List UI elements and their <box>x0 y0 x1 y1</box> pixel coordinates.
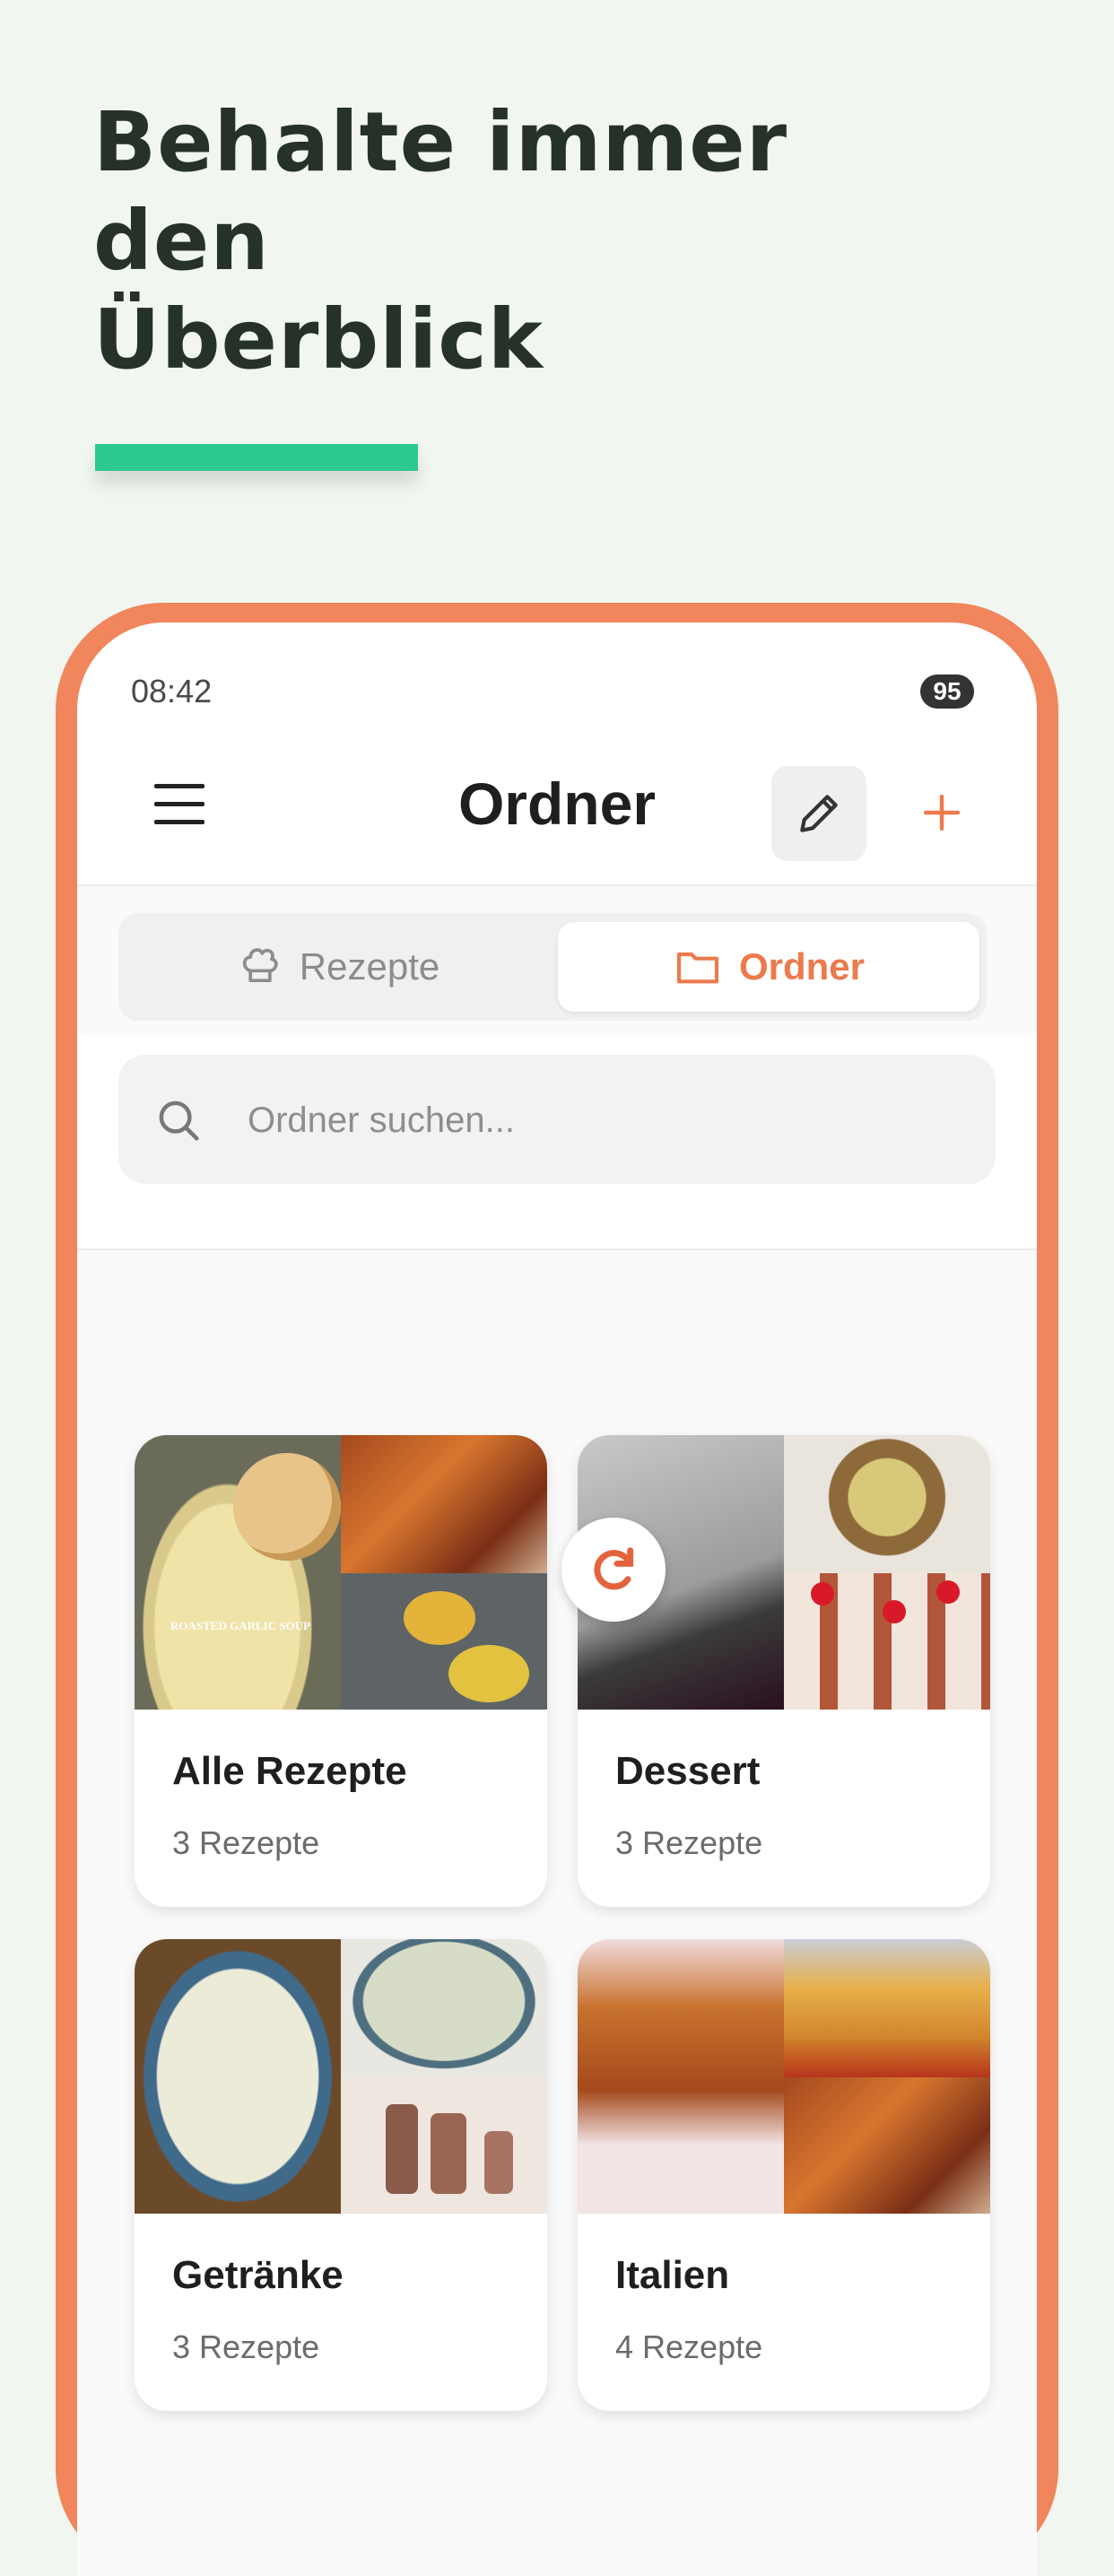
recipe-photo-gratin <box>784 1939 990 2077</box>
pencil-icon <box>800 795 838 832</box>
collage-overlay-text: ROASTED GARLIC SOUP <box>170 1619 311 1632</box>
headline-line-2: Überblick <box>93 292 544 387</box>
search-input[interactable] <box>246 1082 931 1159</box>
tab-ordner[interactable]: Ordner <box>558 922 979 1012</box>
segmented-control: Rezepte Ordner <box>118 913 987 1021</box>
folder-count: 3 Rezepte <box>172 2328 320 2365</box>
recipe-photo-pastry <box>784 1435 990 1573</box>
search-icon <box>159 1101 199 1141</box>
folder-icon <box>676 952 719 984</box>
recipe-photo-soup: ROASTED GARLIC SOUP <box>135 1435 341 1710</box>
page-title: Ordner <box>457 770 657 837</box>
app-bar: Ordner <box>77 730 1037 886</box>
folder-card-italien[interactable]: Italien 4 Rezepte <box>578 1939 990 2411</box>
phone-screen: 08:42 95 Ordner Rezepte Ordner Ordner su… <box>77 622 1037 2576</box>
tab-ordner-label: Ordner <box>738 945 866 988</box>
search-section <box>77 1033 1037 1250</box>
tabs-section: Rezepte Ordner <box>77 886 1037 1033</box>
folder-count: 3 Rezepte <box>172 1824 320 1861</box>
folder-card-alle-rezepte[interactable]: ROASTED GARLIC SOUP Alle Rezepte 3 Rezep… <box>135 1435 547 1907</box>
recipe-photo-bowls <box>341 1573 547 1710</box>
recipe-photo-cake <box>784 1573 990 1710</box>
recipe-photo-leek-soup <box>135 1939 341 2214</box>
folder-title: Alle Rezepte <box>172 1749 407 1793</box>
folder-title: Dessert <box>615 1749 761 1793</box>
recipe-photo-lasagna-2 <box>784 2077 990 2214</box>
folder-count: 4 Rezepte <box>615 2328 763 2365</box>
sync-button[interactable] <box>561 1518 666 1622</box>
recipe-photo-chocolate-drinks <box>341 2077 547 2214</box>
tab-rezepte-label: Rezepte <box>299 945 440 988</box>
status-bar: 08:42 95 <box>77 622 1037 730</box>
recipe-image-collage <box>135 1939 547 2214</box>
plus-icon <box>923 794 961 831</box>
folder-title: Getränke <box>172 2253 344 2297</box>
headline-line-1: Behalte immer den <box>93 94 788 289</box>
folder-count: 3 Rezepte <box>615 1824 763 1861</box>
folder-card-dessert[interactable]: Dessert 3 Rezepte <box>578 1435 990 1907</box>
edit-button[interactable] <box>771 766 866 861</box>
sync-icon <box>594 1547 634 1590</box>
accent-bar <box>95 444 418 471</box>
recipe-photo-green-soup <box>341 1939 547 2077</box>
recipe-image-collage <box>578 1939 990 2214</box>
recipe-photo-lasagna-1 <box>341 1435 547 1573</box>
status-time: 08:42 <box>131 673 213 709</box>
recipe-image-collage: ROASTED GARLIC SOUP <box>135 1435 547 1710</box>
folder-card-getraenke[interactable]: Getränke 3 Rezepte <box>135 1939 547 2411</box>
headline: Behalte immer den Überblick <box>93 93 990 389</box>
chef-hat-icon <box>242 948 278 983</box>
recipe-photo-lasagna-dish <box>578 1939 784 2214</box>
phone-frame: 08:42 95 Ordner Rezepte Ordner Ordner su… <box>56 603 1058 2576</box>
folder-title: Italien <box>615 2253 730 2297</box>
battery-indicator: 95 <box>920 674 974 709</box>
search-bar[interactable] <box>118 1055 996 1184</box>
add-button[interactable] <box>906 777 978 849</box>
tab-rezepte[interactable]: Rezepte <box>127 922 549 1012</box>
